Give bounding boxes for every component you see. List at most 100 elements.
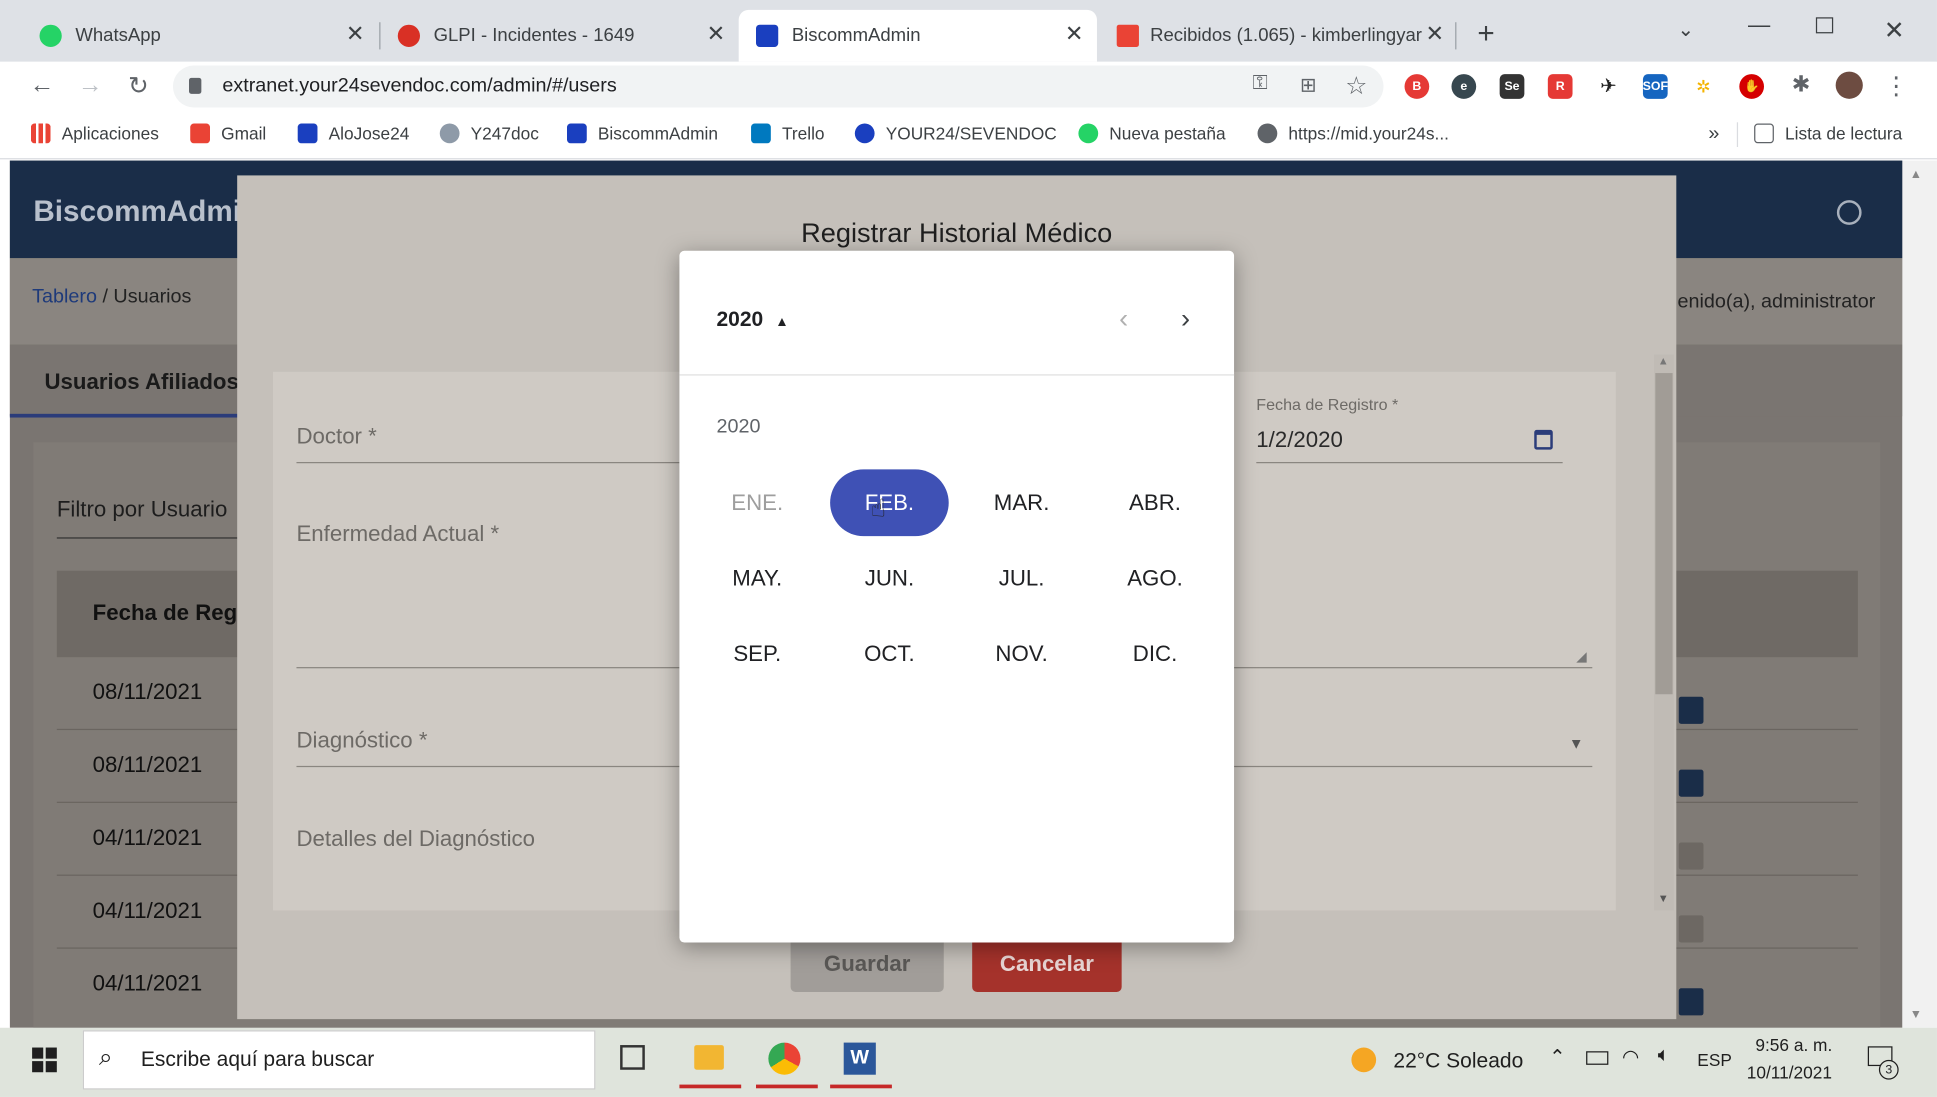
scroll-down-icon[interactable]: ▼ (1658, 892, 1669, 904)
app-title[interactable]: BiscommAdmin (33, 195, 259, 230)
bookmark-y247doc[interactable]: Y247doc (439, 123, 539, 144)
bookmark-star-icon[interactable]: ☆ (1342, 70, 1372, 101)
close-window-button[interactable]: ✕ (1884, 15, 1905, 46)
reload-icon[interactable]: ↻ (124, 70, 154, 101)
month-jul[interactable]: JUL. (962, 545, 1081, 612)
clipboard-icon[interactable] (1678, 696, 1704, 724)
wifi-icon[interactable]: ◠ (1622, 1045, 1639, 1070)
tab-search-icon[interactable]: ⌄ (1678, 17, 1695, 42)
clock-date[interactable]: 10/11/2021 (1747, 1062, 1832, 1082)
chevron-up-icon[interactable]: ⌃ (1549, 1045, 1566, 1070)
language-indicator[interactable]: ESP (1697, 1050, 1732, 1070)
new-tab-button[interactable]: + (1477, 17, 1494, 52)
month-dic[interactable]: DIC. (1096, 620, 1215, 687)
tab-glpi[interactable]: GLPI - Incidentes - 1649 ✕ (371, 10, 735, 62)
close-tab-icon[interactable]: ✕ (346, 21, 365, 47)
profile-avatar[interactable] (1835, 71, 1863, 99)
file-explorer-icon[interactable] (694, 1045, 724, 1070)
month-ago[interactable]: AGO. (1096, 545, 1215, 612)
month-may[interactable]: MAY. (698, 545, 817, 612)
bookmark-your24sevendoc[interactable]: YOUR24/SEVENDOC (854, 123, 1057, 144)
taskbar-search-placeholder[interactable]: Escribe aquí para buscar (141, 1048, 374, 1073)
restore-button[interactable] (1815, 17, 1834, 34)
month-sep[interactable]: SEP. (698, 620, 817, 687)
month-oct[interactable]: OCT. (830, 620, 949, 687)
clipboard-icon[interactable] (1678, 769, 1704, 797)
clock-time[interactable]: 9:56 a. m. (1755, 1035, 1832, 1055)
reading-list-button[interactable]: Lista de lectura (1754, 123, 1902, 144)
selenium-icon[interactable]: Se (1499, 74, 1525, 99)
fecha-registro-input[interactable]: 1/2/2020 (1256, 427, 1343, 453)
close-tab-icon[interactable]: ✕ (707, 21, 726, 47)
tab-whatsapp[interactable]: WhatsApp ✕ (10, 10, 368, 62)
scroll-down-icon[interactable]: ▼ (1910, 1008, 1922, 1022)
month-nov[interactable]: NOV. (962, 620, 1081, 687)
tab-gmail[interactable]: Recibidos (1.065) - kimberlingyar ✕ (1097, 10, 1455, 62)
filter-input[interactable]: Filtro por Usuario (57, 497, 228, 523)
extension-icon[interactable]: ✈ (1596, 74, 1621, 99)
minimize-button[interactable]: — (1748, 12, 1770, 38)
word-icon[interactable]: W (843, 1042, 876, 1075)
battery-icon[interactable] (1586, 1051, 1609, 1065)
bookmark-apps[interactable]: Aplicaciones (30, 123, 159, 144)
adblock-icon[interactable]: ✋ (1739, 74, 1765, 99)
tab-usuarios-afiliados[interactable]: Usuarios Afiliados (44, 369, 238, 395)
diagnostico-select[interactable]: Diagnóstico * (296, 728, 427, 754)
account-icon[interactable] (1836, 200, 1862, 225)
breadcrumb-link-tablero[interactable]: Tablero (32, 287, 97, 308)
scroll-up-icon[interactable]: ▲ (1910, 168, 1922, 182)
enfermedad-actual-field[interactable]: Enfermedad Actual * (296, 521, 499, 547)
translate-icon[interactable]: ⊞ (1293, 73, 1323, 98)
sun-icon[interactable] (1351, 1047, 1377, 1073)
bookmark-trello[interactable]: Trello (751, 123, 825, 144)
year-selector[interactable]: 2020 ▲ (716, 308, 788, 333)
bookmark-nueva-pestana[interactable]: Nueva pestaña (1078, 123, 1226, 144)
month-abr[interactable]: ABR. (1096, 469, 1215, 536)
weather-text[interactable]: 22°C Soleado (1393, 1049, 1523, 1074)
extensions-puzzle-icon[interactable]: ✱ (1786, 72, 1816, 98)
extension-icon[interactable]: ✲ (1691, 74, 1716, 99)
page-scrollbar[interactable] (1902, 160, 1937, 1028)
tab-biscommadmin[interactable]: BiscommAdmin ✕ (738, 9, 1097, 62)
month-feb[interactable]: FEB. (830, 469, 949, 537)
month-ene[interactable]: ENE. (698, 469, 817, 536)
next-year-icon[interactable]: › (1181, 303, 1190, 335)
bookmark-alojose24[interactable]: AloJose24 (297, 123, 409, 144)
dropdown-arrow-icon[interactable]: ▼ (1569, 735, 1584, 752)
scroll-up-icon[interactable]: ▲ (1658, 355, 1669, 367)
close-tab-icon[interactable]: ✕ (1426, 21, 1445, 47)
resize-handle-icon[interactable]: ◢ (1576, 649, 1586, 665)
windows-start-icon[interactable] (32, 1047, 57, 1073)
extension-icon[interactable]: R (1547, 74, 1573, 99)
month-jun[interactable]: JUN. (830, 545, 949, 612)
cancel-button[interactable]: Cancelar (972, 936, 1122, 992)
column-header-fecha[interactable]: Fecha de Reg (93, 600, 238, 626)
forward-icon[interactable]: → (75, 72, 105, 100)
menu-kebab-icon[interactable]: ⋮ (1881, 70, 1911, 101)
bookmark-biscommadmin[interactable]: BiscommAdmin (567, 123, 718, 144)
more-bookmarks-button[interactable]: » (1708, 124, 1719, 146)
extension-icon[interactable]: SOF (1643, 74, 1668, 99)
doctor-field[interactable]: Doctor * (296, 424, 376, 450)
save-button[interactable]: Guardar (790, 936, 944, 992)
extension-icon[interactable]: B (1404, 74, 1430, 99)
bookmark-gmail[interactable]: Gmail (190, 123, 266, 144)
lock-icon[interactable] (189, 77, 202, 94)
dialog-scroll-thumb[interactable] (1655, 373, 1673, 695)
url-text[interactable]: extranet.your24sevendoc.com/admin/#/user… (222, 75, 616, 97)
extension-icon[interactable]: e (1451, 74, 1477, 99)
calendar-icon[interactable] (1534, 429, 1553, 450)
clipboard-icon[interactable] (1678, 915, 1704, 943)
chrome-icon[interactable] (768, 1042, 801, 1075)
back-icon[interactable]: ← (27, 72, 57, 100)
task-view-icon[interactable] (620, 1045, 645, 1070)
volume-icon[interactable]: 🔈︎ (1658, 1045, 1670, 1067)
clipboard-icon[interactable] (1678, 842, 1704, 870)
detalles-diagnostico-field[interactable]: Detalles del Diagnóstico (296, 826, 535, 852)
bookmark-mid-your24[interactable]: https://mid.your24s... (1257, 123, 1449, 144)
close-tab-icon[interactable]: ✕ (1065, 21, 1084, 47)
previous-year-icon[interactable]: ‹ (1119, 303, 1128, 335)
key-icon[interactable]: ⚿ (1245, 73, 1275, 95)
clipboard-icon[interactable] (1678, 988, 1704, 1016)
month-mar[interactable]: MAR. (962, 469, 1081, 536)
